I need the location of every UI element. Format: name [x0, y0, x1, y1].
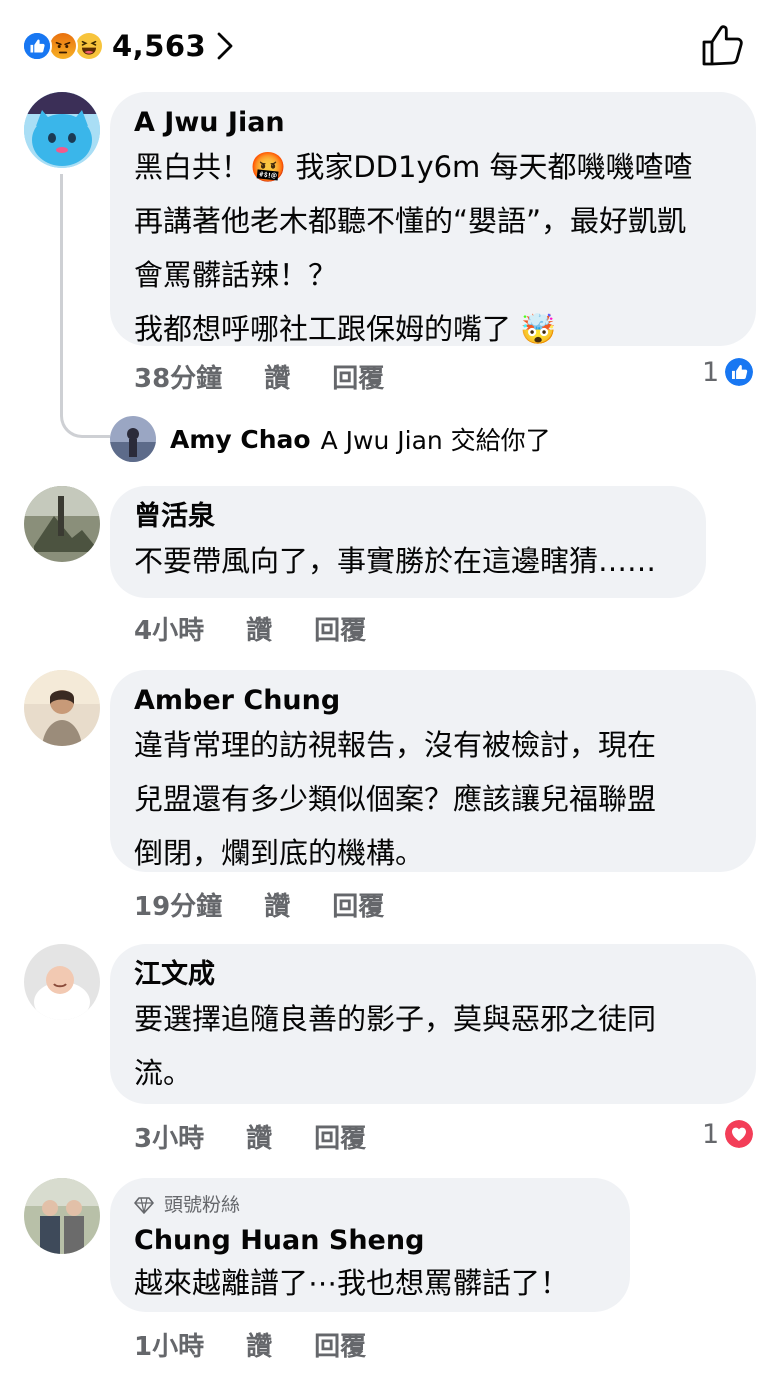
comment-author[interactable]: 江文成: [134, 956, 732, 994]
comment-actions: 38分鐘 讚 回覆: [134, 358, 426, 395]
like-button[interactable]: 讚: [246, 1118, 272, 1155]
avatar[interactable]: [24, 944, 100, 1020]
comment-bubble: 江文成 要選擇追隨良善的影子，莫與惡邪之徒同 流。: [110, 944, 756, 1104]
comment-time[interactable]: 1小時: [134, 1326, 204, 1363]
reply-button[interactable]: 回覆: [332, 886, 384, 923]
like-button[interactable]: 讚: [264, 358, 290, 395]
avatar[interactable]: [24, 1178, 100, 1254]
like-button[interactable]: 讚: [246, 610, 272, 647]
like-button[interactable]: 讚: [264, 886, 290, 923]
comment-actions: 19分鐘 讚 回覆: [134, 886, 426, 923]
avatar[interactable]: [24, 92, 100, 168]
comment-line: 不要帶風向了，事實勝於在這邊瞎猜……: [134, 544, 657, 578]
comment-line: 要選擇追隨良善的影子，莫與惡邪之徒同: [134, 1002, 657, 1036]
avatar[interactable]: [24, 486, 100, 562]
thread-connector: [60, 174, 110, 438]
reaction-count: 1: [702, 356, 720, 388]
comment-time[interactable]: 3小時: [134, 1118, 204, 1155]
top-fan-badge: 頭號粉絲: [134, 1192, 606, 1218]
reply-button[interactable]: 回覆: [314, 610, 366, 647]
angry-icon: [48, 31, 78, 61]
comment-bubble: 頭號粉絲 Chung Huan Sheng 越來越離譜了⋯我也想罵髒話了！: [110, 1178, 630, 1312]
badge-label: 頭號粉絲: [164, 1194, 241, 1216]
reply-text: A Jwu Jian 交給你了: [320, 426, 551, 455]
like-outline-icon[interactable]: [700, 22, 746, 68]
diamond-icon: [134, 1197, 154, 1214]
comment-author[interactable]: Chung Huan Sheng: [134, 1222, 606, 1260]
comment-line: 黑白共！🤬 我家DD1y6m 每天都嘰嘰喳喳: [134, 150, 693, 184]
comment-line: 再講著他老木都聽不懂的“嬰語”，最好凱凱: [134, 204, 687, 238]
comment-line: 流。: [134, 1056, 193, 1090]
reply-button[interactable]: 回覆: [314, 1326, 366, 1363]
avatar: [110, 416, 156, 462]
comment-line: 我都想呼哪社工跟保姆的嘴了 🤯: [134, 312, 557, 346]
comment-reactions[interactable]: 1: [702, 356, 756, 388]
comment-line: 倒閉，爛到底的機構。: [134, 836, 425, 870]
comment-time[interactable]: 38分鐘: [134, 358, 222, 395]
avatar[interactable]: [24, 670, 100, 746]
reaction-count: 4,563: [112, 29, 207, 63]
reaction-count: 1: [702, 1118, 720, 1150]
comment-actions: 4小時 讚 回覆: [134, 610, 408, 647]
love-icon: [723, 1118, 756, 1150]
reply-preview[interactable]: Amy Chao A Jwu Jian 交給你了: [110, 416, 551, 462]
like-icon: [22, 31, 52, 61]
comment-time[interactable]: 4小時: [134, 610, 204, 647]
reaction-icons: [22, 31, 104, 61]
comment-actions: 1小時 讚 回覆: [134, 1326, 408, 1363]
reply-button[interactable]: 回覆: [332, 358, 384, 395]
reply-author[interactable]: Amy Chao: [170, 425, 311, 454]
comment-author[interactable]: A Jwu Jian: [134, 104, 732, 142]
comment-author[interactable]: Amber Chung: [134, 682, 732, 720]
comment-line: 越來越離譜了⋯我也想罵髒話了！: [134, 1266, 570, 1300]
reaction-summary[interactable]: 4,563: [22, 24, 234, 68]
reply-button[interactable]: 回覆: [314, 1118, 366, 1155]
like-button[interactable]: 讚: [246, 1326, 272, 1363]
comment-bubble: 曾活泉 不要帶風向了，事實勝於在這邊瞎猜……: [110, 486, 706, 598]
chevron-right-icon: [217, 32, 233, 60]
comment-time[interactable]: 19分鐘: [134, 886, 222, 923]
comment-line: 違背常理的訪視報告，沒有被檢討，現在: [134, 728, 657, 762]
comment-author[interactable]: 曾活泉: [134, 498, 682, 536]
comment-actions: 3小時 讚 回覆: [134, 1118, 408, 1155]
comment-reactions[interactable]: 1: [702, 1118, 756, 1150]
like-icon: [723, 356, 756, 388]
comment-line: 會罵髒話辣！？: [134, 258, 338, 292]
comment-bubble: Amber Chung 違背常理的訪視報告，沒有被檢討，現在 兒盟還有多少類似個…: [110, 670, 756, 872]
haha-icon: [74, 31, 104, 61]
comment-line: 兒盟還有多少類似個案？應該讓兒福聯盟: [134, 782, 657, 816]
comment-bubble: A Jwu Jian 黑白共！🤬 我家DD1y6m 每天都嘰嘰喳喳 再講著他老木…: [110, 92, 756, 346]
